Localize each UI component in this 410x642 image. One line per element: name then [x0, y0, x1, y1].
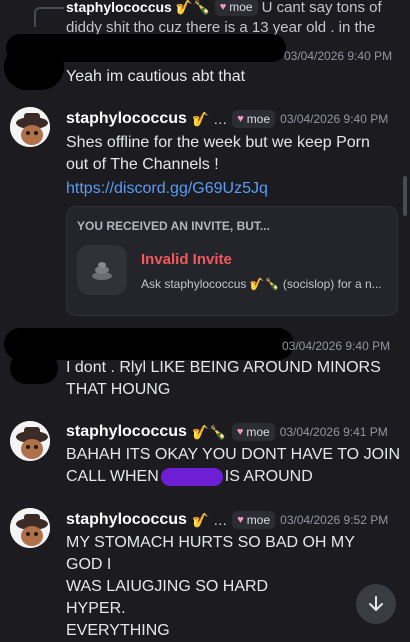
heart-icon: ♥ [237, 514, 244, 526]
reply-username[interactable]: staphylococcus [66, 0, 172, 15]
message-text: BAHAH ITS OKAY YOU DONT HAVE TO JOIN CAL… [66, 446, 401, 486]
user-tag[interactable]: ♥ moe [231, 423, 275, 441]
poop-icon [92, 262, 112, 280]
avatar[interactable] [10, 421, 50, 461]
username-emojis: 🎷🍾 [191, 424, 227, 440]
avatar[interactable] [10, 508, 50, 548]
invite-card: YOU RECEIVED AN INVITE, BUT... Invalid I… [66, 206, 398, 316]
message-timestamp: 03/04/2026 9:40 PM [282, 339, 391, 353]
reply-text-line1: U cant say tons of [261, 0, 382, 16]
invite-title: Invalid Invite [141, 251, 232, 268]
avatar[interactable] [10, 107, 50, 147]
heart-icon: ♥ [236, 426, 244, 438]
message-timestamp: 03/04/2026 9:52 PM [280, 513, 389, 527]
message-text: I dont . Rlyl LIKE BEING AROUND MINORS T… [66, 359, 381, 398]
jump-to-bottom-button[interactable] [356, 584, 396, 624]
username[interactable]: staphylococcus [66, 110, 187, 128]
reply-connector [34, 7, 64, 27]
message-text: MY STOMACH HURTS SO BAD OH MY GOD I WAS … [66, 534, 355, 639]
message-timestamp: 03/04/2026 9:40 PM [284, 49, 393, 63]
heart-icon: ♥ [237, 113, 244, 125]
redacted-avatar [10, 352, 58, 384]
username-emojis: 🎷 … [191, 512, 228, 528]
user-tag[interactable]: ♥ moe [232, 110, 276, 128]
message-header: staphylococcus 🎷 … ♥ moe 03/04/2026 9:52 … [66, 511, 388, 529]
message-text: Shes offline for the week but we keep Po… [66, 134, 370, 173]
heart-icon: ♥ [219, 1, 227, 13]
user-tag[interactable]: ♥ moe [232, 511, 276, 529]
invite-subtitle: Ask staphylococcus 🎷🍾 (socislop) for a n… [141, 277, 382, 291]
username[interactable]: staphylococcus [66, 511, 187, 529]
avatar-image [10, 107, 50, 147]
message-timestamp: 03/04/2026 9:41 PM [279, 425, 388, 439]
reply-tag: ♥ moe [214, 0, 258, 16]
reply-emojis: 🎷🍾 [175, 0, 211, 15]
avatar-image [10, 508, 50, 548]
invite-header: YOU RECEIVED AN INVITE, BUT... [77, 219, 270, 233]
redacted-avatar [4, 44, 64, 90]
avatar-image [10, 421, 50, 461]
message-text: Yeah im cautious abt that [66, 68, 246, 85]
message-timestamp: 03/04/2026 9:40 PM [280, 112, 389, 126]
username-emojis: 🎷 … [191, 111, 228, 127]
message-header: staphylococcus 🎷🍾 ♥ moe 03/04/2026 9:41 P… [66, 423, 388, 441]
scrollbar-thumb[interactable] [403, 176, 407, 216]
message-header: staphylococcus 🎷 … ♥ moe 03/04/2026 9:40 … [66, 110, 388, 128]
invite-server-icon [77, 245, 127, 295]
redacted-mention [160, 468, 223, 486]
arrow-down-icon [369, 596, 383, 611]
invite-link[interactable]: https://discord.gg/G69Uz5Jq [66, 178, 268, 200]
username[interactable]: staphylococcus [66, 423, 187, 441]
